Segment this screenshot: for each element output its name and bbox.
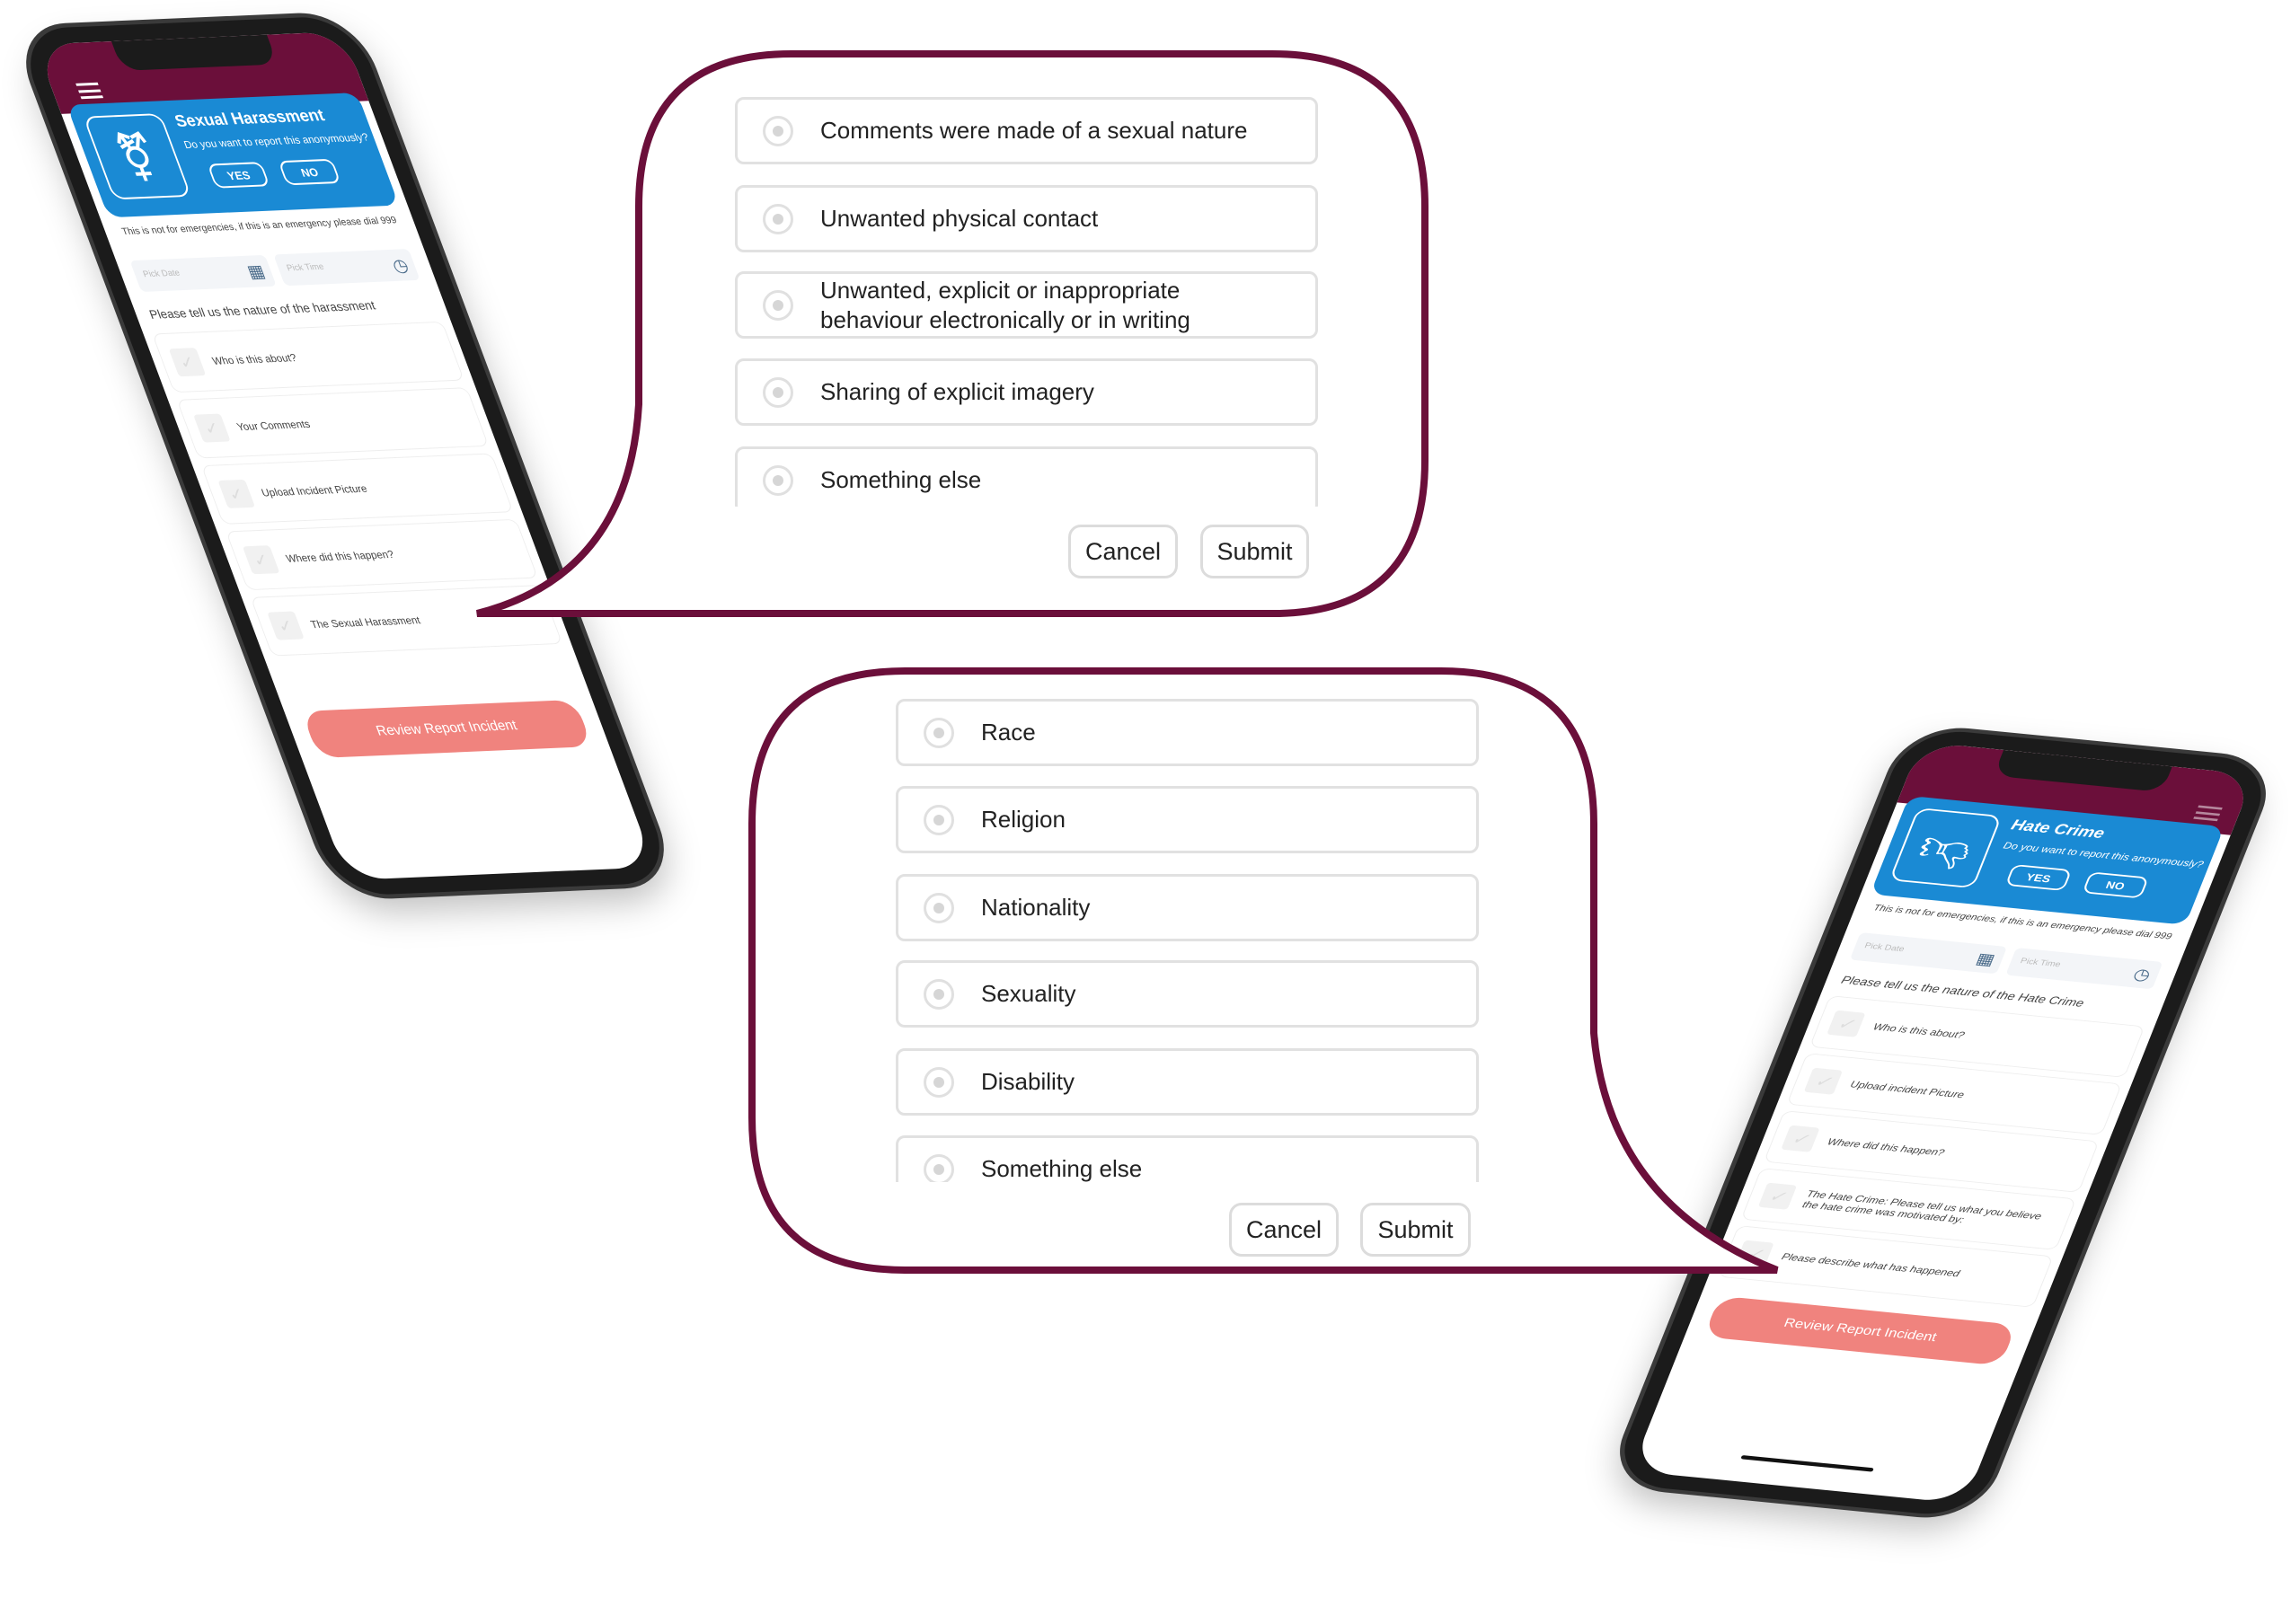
option-label: Unwanted physical contact [820, 205, 1099, 232]
radio-icon [763, 203, 793, 234]
cancel-button[interactable]: Cancel [1068, 525, 1178, 578]
option-label: Sharing of explicit imagery [820, 378, 1094, 405]
submit-button[interactable]: Submit [1360, 1203, 1471, 1257]
radio-icon [924, 978, 954, 1010]
hate-crime-options: Race Religion Nationality Sexuality Disa… [892, 695, 1482, 1182]
radio-icon [763, 115, 793, 146]
option-something-else[interactable]: Something else [735, 446, 1318, 507]
option-label: Race [981, 719, 1036, 746]
option-label: Unwanted, explicit or inappropriate beha… [820, 276, 1190, 333]
option-sexual-comments[interactable]: Comments were made of a sexual nature [735, 97, 1318, 164]
option-label: Religion [981, 806, 1066, 833]
harassment-options: Comments were made of a sexual nature Un… [731, 93, 1322, 507]
option-nationality[interactable]: Nationality [896, 874, 1479, 941]
radio-icon [763, 289, 793, 321]
option-religion[interactable]: Religion [896, 786, 1479, 853]
cancel-button[interactable]: Cancel [1229, 1203, 1339, 1257]
option-physical-contact[interactable]: Unwanted physical contact [735, 185, 1318, 252]
option-electronic-behaviour[interactable]: Unwanted, explicit or inappropriate beha… [735, 271, 1318, 339]
option-label: Nationality [981, 894, 1091, 921]
option-label: Disability [981, 1068, 1075, 1095]
radio-icon [924, 1066, 954, 1098]
option-something-else[interactable]: Something else [896, 1135, 1479, 1182]
option-label: Something else [820, 466, 982, 493]
radio-icon [763, 376, 793, 408]
radio-icon [763, 464, 793, 496]
option-disability[interactable]: Disability [896, 1048, 1479, 1116]
radio-icon [924, 1153, 954, 1182]
radio-icon [924, 892, 954, 923]
radio-icon [924, 804, 954, 835]
radio-icon [924, 717, 954, 748]
option-label: Something else [981, 1155, 1143, 1182]
option-race[interactable]: Race [896, 699, 1479, 766]
option-label: Sexuality [981, 980, 1076, 1007]
submit-button[interactable]: Submit [1200, 525, 1309, 578]
option-explicit-imagery[interactable]: Sharing of explicit imagery [735, 358, 1318, 426]
option-sexuality[interactable]: Sexuality [896, 960, 1479, 1028]
option-label: Comments were made of a sexual nature [820, 117, 1248, 144]
